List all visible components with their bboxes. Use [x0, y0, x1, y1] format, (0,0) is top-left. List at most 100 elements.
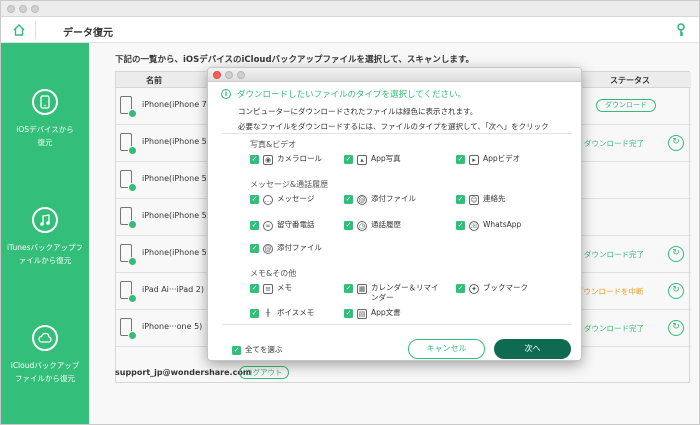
header-divider	[35, 21, 36, 39]
next-button[interactable]: 次へ	[494, 339, 571, 359]
info-icon: i	[221, 89, 231, 99]
option-label: App文書	[371, 308, 401, 317]
dialog-subtitle-2: 必要なファイルをダウンロードするには、ファイルのタイプを選択して、「次へ」をクリ…	[238, 122, 549, 131]
checkbox-checked-icon: ✓	[250, 284, 259, 293]
window-titlebar	[1, 1, 699, 17]
sidebar-item-icloud[interactable]: iCloudバックアップファイルから復元	[1, 325, 89, 385]
checkbox-checked-icon: ✓	[344, 155, 353, 164]
option-app-documents[interactable]: ✓ ▤ App文書	[344, 308, 401, 319]
option-app-video[interactable]: ✓ ▸ Appビデオ	[456, 154, 520, 165]
option-label: 留守番電話	[277, 220, 315, 229]
dialog-heading: i ダウンロードしたいファイルのタイプを選択してください。	[221, 88, 466, 100]
compass-icon: ✦	[469, 284, 479, 294]
home-button[interactable]	[9, 20, 29, 40]
option-label: 連絡先	[483, 194, 506, 203]
app-header: データ復元	[1, 17, 699, 43]
cloud-icon	[32, 325, 58, 351]
dialog-close-button[interactable]	[213, 71, 221, 79]
checkbox-checked-icon: ✓	[344, 221, 353, 230]
dialog-subtitle-1: コンピューターにダウンロードされたファイルは緑色に表示されます。	[238, 107, 478, 116]
sidebar: iOSデバイスから復元 iTunesバックアップファイルから復元 iCloudバ…	[1, 43, 89, 424]
app-window: データ復元 iOSデバイスから復元 iTunesバックアップファイルから復元 i…	[0, 0, 700, 425]
option-calendar-reminders[interactable]: ✓ ▦ カレンダー＆リマインダー	[344, 283, 444, 303]
camera-icon: ◉	[263, 155, 273, 165]
option-whatsapp-attachments[interactable]: ✓ @ 添付ファイル	[250, 243, 322, 254]
option-notes[interactable]: ✓ ≡ メモ	[250, 283, 292, 294]
file-type-dialog: i ダウンロードしたいファイルのタイプを選択してください。 コンピューターにダウ…	[207, 67, 582, 361]
document-icon: ▤	[357, 309, 367, 319]
checkbox-checked-icon: ✓	[456, 155, 465, 164]
whatsapp-icon: ☏	[469, 221, 479, 231]
page-title: データ復元	[63, 28, 113, 39]
dialog-minimize-button[interactable]	[225, 71, 233, 79]
key-icon[interactable]	[673, 22, 689, 38]
checkbox-checked-icon: ✓	[250, 309, 259, 318]
dialog-zoom-button[interactable]	[237, 71, 245, 79]
music-note-icon	[32, 207, 58, 233]
checkbox-checked-icon: ✓	[250, 244, 259, 253]
option-contacts[interactable]: ✓ ☺ 連絡先	[456, 194, 506, 205]
voicemail-icon: ∞	[263, 221, 273, 231]
category-messages-calls: メッセージ&通話履歴	[250, 180, 329, 189]
chat-bubble-icon: …	[263, 195, 273, 205]
dialog-heading-text: ダウンロードしたいファイルのタイプを選択してください。	[237, 90, 466, 100]
option-label: メッセージ	[277, 194, 315, 203]
option-label: App写真	[371, 154, 401, 163]
checkbox-checked-icon: ✓	[344, 284, 353, 293]
option-label: 通話履歴	[371, 220, 401, 229]
option-voicemail[interactable]: ✓ ∞ 留守番電話	[250, 220, 315, 231]
dialog-titlebar	[208, 68, 581, 82]
checkbox-checked-icon: ✓	[250, 195, 259, 204]
checkbox-checked-icon: ✓	[456, 195, 465, 204]
option-label: ボイスメモ	[277, 308, 315, 317]
option-voice-memo[interactable]: ✓ ╫ ボイスメモ	[250, 308, 314, 319]
option-attachments[interactable]: ✓ @ 添付ファイル	[344, 194, 416, 205]
option-label: WhatsApp	[483, 220, 522, 229]
option-label: 添付ファイル	[277, 243, 322, 252]
image-icon: ▴	[357, 155, 367, 165]
option-whatsapp[interactable]: ✓ ☏ WhatsApp	[456, 220, 521, 231]
minimize-window-button[interactable]	[19, 5, 27, 13]
clock-icon: ◷	[357, 221, 367, 231]
calendar-icon: ▦	[357, 284, 367, 294]
checkbox-checked-icon: ✓	[250, 221, 259, 230]
cancel-button[interactable]: キャンセル	[408, 339, 485, 359]
dialog-footer-divider	[222, 324, 572, 325]
checkbox-checked-icon: ✓	[250, 155, 259, 164]
dialog-divider	[222, 133, 572, 134]
video-icon: ▸	[469, 155, 479, 165]
category-photo-video: 写真&ビデオ	[250, 140, 297, 149]
sidebar-item-label: iCloudバックアップファイルから復元	[10, 361, 80, 383]
sidebar-item-label: iOSデバイスから復元	[16, 125, 74, 147]
option-label: Appビデオ	[483, 154, 521, 163]
select-all-checkbox[interactable]: ✓ 全てを選ぶ	[232, 344, 282, 355]
note-icon: ≡	[263, 284, 273, 294]
checkbox-checked-icon: ✓	[344, 195, 353, 204]
checkbox-checked-icon: ✓	[232, 345, 241, 355]
waveform-icon: ╫	[265, 309, 271, 317]
option-label: カメラロール	[277, 154, 322, 163]
contact-card-icon: ☺	[469, 195, 479, 205]
option-label: メモ	[277, 283, 292, 292]
option-camera-roll[interactable]: ✓ ◉ カメラロール	[250, 154, 322, 165]
close-window-button[interactable]	[7, 5, 15, 13]
option-label: 添付ファイル	[371, 194, 416, 203]
sidebar-item-label: iTunesバックアップファイルから復元	[6, 243, 84, 265]
option-messages[interactable]: ✓ … メッセージ	[250, 194, 314, 205]
checkbox-checked-icon: ✓	[344, 309, 353, 318]
option-call-history[interactable]: ✓ ◷ 通話履歴	[344, 220, 401, 231]
sidebar-item-ios-device[interactable]: iOSデバイスから復元	[1, 89, 89, 149]
home-icon	[13, 24, 25, 36]
checkbox-checked-icon: ✓	[456, 221, 465, 230]
checkbox-checked-icon: ✓	[456, 284, 465, 293]
select-all-label: 全てを選ぶ	[245, 345, 283, 354]
paperclip-icon: @	[357, 195, 367, 205]
phone-icon	[32, 89, 58, 115]
option-label: カレンダー＆リマインダー	[371, 283, 439, 302]
option-bookmarks[interactable]: ✓ ✦ ブックマーク	[456, 283, 528, 294]
zoom-window-button[interactable]	[31, 5, 39, 13]
sidebar-item-itunes[interactable]: iTunesバックアップファイルから復元	[1, 207, 89, 267]
option-label: ブックマーク	[483, 283, 528, 292]
option-app-photo[interactable]: ✓ ▴ App写真	[344, 154, 401, 165]
category-notes-other: メモ&その他	[250, 269, 297, 278]
